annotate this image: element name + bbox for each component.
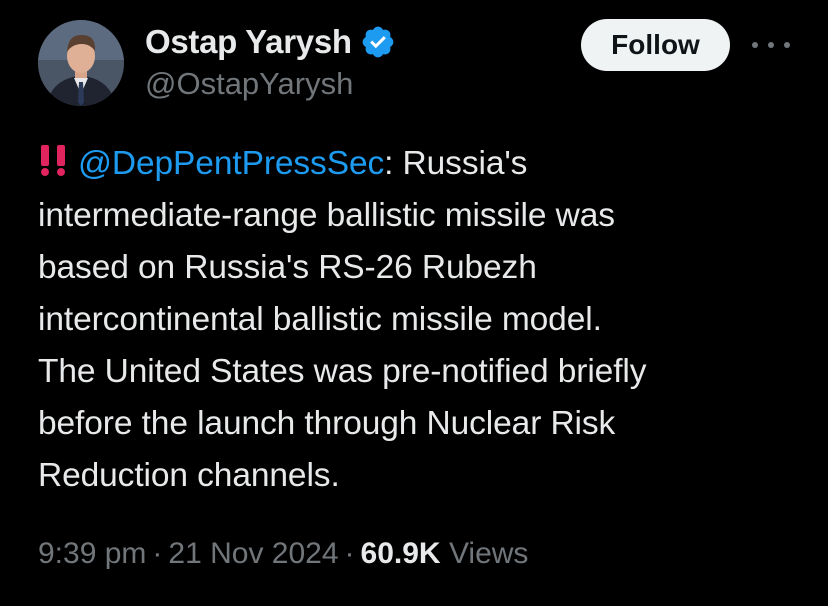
tweet-date[interactable]: 21 Nov 2024 — [168, 537, 338, 570]
tweet-line: based on Russia's RS-26 Rubezh — [38, 249, 537, 286]
tweet-meta: 9:39 pm · 21 Nov 2024 · 60.9K Views — [38, 537, 528, 571]
tweet-line: Reduction channels. — [38, 457, 340, 494]
avatar[interactable] — [38, 20, 124, 106]
follow-button[interactable]: Follow — [581, 19, 730, 71]
tweet-line: before the launch through Nuclear Risk — [38, 405, 616, 442]
views-count[interactable]: 60.9K — [361, 537, 441, 570]
tweet-text: @DepPentPressSec: Russia's intermediate-… — [38, 138, 808, 502]
more-dot — [784, 42, 790, 48]
author-name-row: Ostap Yarysh — [145, 22, 396, 62]
mention-link[interactable]: @DepPentPressSec — [78, 145, 384, 182]
tweet-line-text: : Russia's — [384, 145, 528, 182]
more-dot — [752, 42, 758, 48]
tweet-line: intermediate-range ballistic missile was — [38, 197, 615, 234]
verified-badge-icon[interactable] — [360, 24, 396, 60]
tweet-line: @DepPentPressSec: Russia's — [38, 138, 808, 190]
views-label[interactable]: Views — [449, 537, 528, 570]
more-options-icon[interactable] — [752, 30, 790, 60]
tweet-line: intercontinental ballistic missile model… — [38, 301, 602, 338]
meta-separator: · — [344, 537, 355, 570]
double-exclamation-icon — [38, 138, 70, 190]
more-dot — [768, 42, 774, 48]
author-display-name[interactable]: Ostap Yarysh — [145, 23, 352, 61]
tweet-time[interactable]: 9:39 pm — [38, 537, 146, 570]
meta-separator: · — [152, 537, 163, 570]
tweet-line: The United States was pre-notified brief… — [38, 353, 647, 390]
author-handle[interactable]: @OstapYarysh — [145, 66, 353, 102]
